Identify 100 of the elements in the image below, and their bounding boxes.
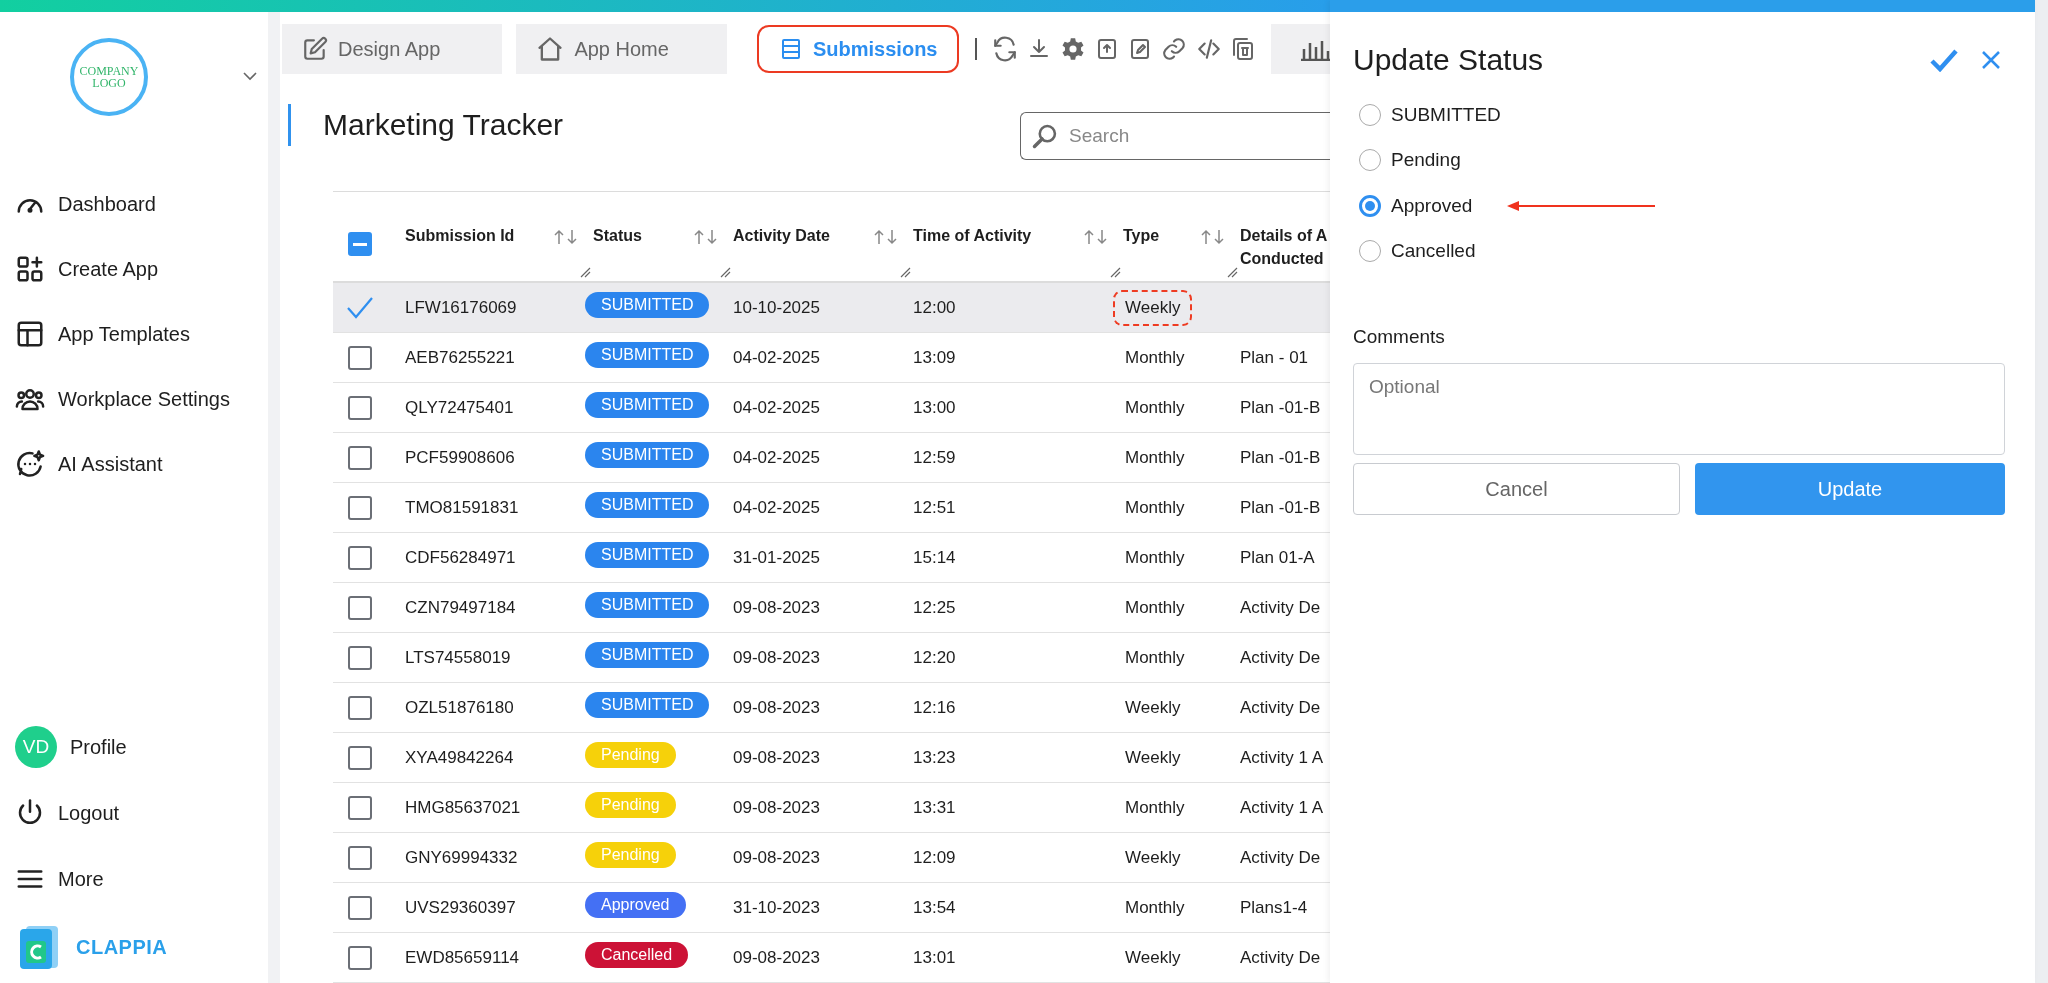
column-header[interactable]: Time of Activity (913, 224, 1032, 248)
table-cell: EWD85659114 (405, 947, 520, 968)
resize-handle-icon[interactable] (900, 267, 911, 278)
table-cell: 09-08-2023 (733, 697, 820, 718)
sort-icon[interactable] (1083, 229, 1109, 245)
table-row[interactable]: PCF59908606 SUBMITTED 04-02-2025 12:59 Monthly Plan -01-B (333, 433, 1330, 483)
select-all-checkbox[interactable] (348, 232, 372, 256)
home-icon (536, 35, 565, 63)
row-checkbox[interactable] (348, 345, 372, 370)
status-badge: Pending (585, 841, 676, 868)
tab[interactable]: App Home (516, 24, 727, 74)
column-header[interactable]: Details of A Conducted (1240, 224, 1328, 271)
table-cell: 12:16 (913, 697, 956, 718)
resize-handle-icon[interactable] (1227, 267, 1238, 278)
radio-label[interactable]: Pending (1391, 149, 1461, 172)
comments-field[interactable]: Optional (1353, 363, 2005, 455)
row-checkbox[interactable] (348, 645, 372, 670)
table-row[interactable]: TMO81591831 SUBMITTED 04-02-2025 12:51 Monthly Plan -01-B (333, 483, 1330, 533)
status-badge: Pending (585, 791, 676, 818)
layout-icon (15, 319, 45, 349)
row-checkbox[interactable] (348, 545, 372, 570)
table-cell: 12:51 (913, 497, 956, 518)
chart-tab[interactable] (1271, 24, 1330, 74)
row-checkbox[interactable] (348, 595, 372, 620)
table-row[interactable]: LTS74558019 SUBMITTED 09-08-2023 12:20 Monthly Activity De (333, 633, 1330, 683)
table-row[interactable]: QLY72475401 SUBMITTED 04-02-2025 13:00 Monthly Plan -01-B (333, 383, 1330, 433)
nav-item[interactable]: Dashboard (15, 184, 268, 224)
table-cell: Activity 1 A (1240, 797, 1324, 818)
row-checkbox[interactable] (348, 445, 372, 470)
table-cell: 13:09 (913, 347, 956, 368)
table-row[interactable]: XYA49842264 Pending 09-08-2023 13:23 Weekly Activity 1 A (333, 733, 1330, 783)
row-checkbox[interactable] (348, 745, 372, 770)
row-checkbox[interactable] (348, 395, 372, 420)
nav-item[interactable]: AI Assistant (15, 444, 268, 484)
status-badge: SUBMITTED (585, 391, 710, 418)
table-cell: Plan -01-B (1240, 397, 1321, 418)
resize-handle-icon[interactable] (580, 267, 591, 278)
confirm-check-icon[interactable] (1929, 48, 1959, 72)
table-cell: 10-10-2025 (733, 297, 820, 318)
table-row[interactable]: LFW16176069 SUBMITTED 10-10-2025 12:00 Weekly (333, 283, 1330, 333)
radio-label[interactable]: SUBMITTED (1391, 103, 1501, 126)
sort-icon[interactable] (693, 229, 719, 245)
nav-item[interactable]: App Templates (15, 314, 268, 354)
radio-label[interactable]: Cancelled (1391, 240, 1476, 263)
table-cell: 12:59 (913, 447, 956, 468)
radio-label[interactable]: Approved (1391, 194, 1473, 217)
resize-handle-icon[interactable] (720, 267, 731, 278)
sort-icon[interactable] (1200, 229, 1226, 245)
table-row[interactable]: UVS29360397 Approved 31-10-2023 13:54 Monthly Plans1-4 (333, 883, 1330, 933)
table-row[interactable]: EWD85659114 Cancelled 09-08-2023 13:01 Weekly Activity De (333, 933, 1330, 983)
table-cell-text: Monthly (1124, 496, 1186, 519)
radio-button[interactable] (1359, 194, 1381, 217)
copy-delete-icon[interactable] (1231, 37, 1256, 61)
sort-icon[interactable] (873, 229, 899, 245)
table-cell: Plan - 01 (1240, 347, 1309, 368)
status-badge: SUBMITTED (585, 591, 710, 618)
table-cell: 04-02-2025 (733, 497, 820, 518)
row-checkbox[interactable] (348, 845, 372, 870)
status-badge: SUBMITTED (585, 341, 710, 368)
column-header[interactable]: Status (593, 224, 642, 248)
table-row[interactable]: CDF56284971 SUBMITTED 31-01-2025 15:14 Monthly Plan 01-A (333, 533, 1330, 583)
table-row[interactable]: HMG85637021 Pending 09-08-2023 13:31 Monthly Activity 1 A (333, 783, 1330, 833)
nav-item[interactable]: More (15, 859, 268, 899)
checkmark-icon[interactable] (346, 295, 374, 320)
link-icon[interactable] (1161, 36, 1188, 62)
row-checkbox[interactable] (348, 895, 372, 920)
tab[interactable]: Design App (282, 24, 503, 74)
resize-handle-icon[interactable] (1110, 267, 1121, 278)
edit-icon (302, 36, 328, 62)
nav-item[interactable]: Logout (15, 793, 268, 833)
row-checkbox[interactable] (348, 945, 372, 970)
profile-item[interactable]: VD Profile (15, 727, 268, 767)
table-cell: 09-08-2023 (733, 647, 820, 668)
chevron-down-icon[interactable] (243, 72, 257, 81)
column-header[interactable]: Type (1123, 224, 1160, 248)
table-row[interactable]: GNY69994332 Pending 09-08-2023 12:09 Weekly Activity De (333, 833, 1330, 883)
table-cell: 12:09 (913, 847, 956, 868)
close-icon[interactable] (1981, 50, 2001, 70)
code-icon[interactable] (1196, 36, 1223, 62)
table-row[interactable]: CZN79497184 SUBMITTED 09-08-2023 12:25 Monthly Activity De (333, 583, 1330, 633)
row-checkbox[interactable] (348, 695, 372, 720)
table-cell-text: Monthly (1124, 796, 1186, 819)
table-row[interactable]: AEB76255221 SUBMITTED 04-02-2025 13:09 Monthly Plan - 01 (333, 333, 1330, 383)
nav-item[interactable]: Workplace Settings (15, 379, 268, 419)
column-header[interactable]: Submission Id (405, 224, 515, 248)
refresh-icon[interactable] (992, 36, 1019, 62)
column-header[interactable]: Activity Date (733, 224, 830, 248)
nav-item[interactable]: Create App (15, 249, 268, 289)
table-cell: CDF56284971 (405, 547, 516, 568)
row-checkbox[interactable] (348, 495, 372, 520)
table-cell: HMG85637021 (405, 797, 521, 818)
table-cell: Activity 1 A (1240, 747, 1324, 768)
row-checkbox[interactable] (348, 795, 372, 820)
table-row[interactable]: OZL51876180 SUBMITTED 09-08-2023 12:16 Weekly Activity De (333, 683, 1330, 733)
cancel-button[interactable]: Cancel (1353, 463, 1680, 515)
brand-name: CLAPPIA (76, 935, 168, 959)
sort-icon[interactable] (553, 229, 579, 245)
search-field[interactable]: Search (1020, 112, 1330, 160)
list-icon (779, 37, 803, 61)
table-cell: 12:20 (913, 647, 956, 668)
